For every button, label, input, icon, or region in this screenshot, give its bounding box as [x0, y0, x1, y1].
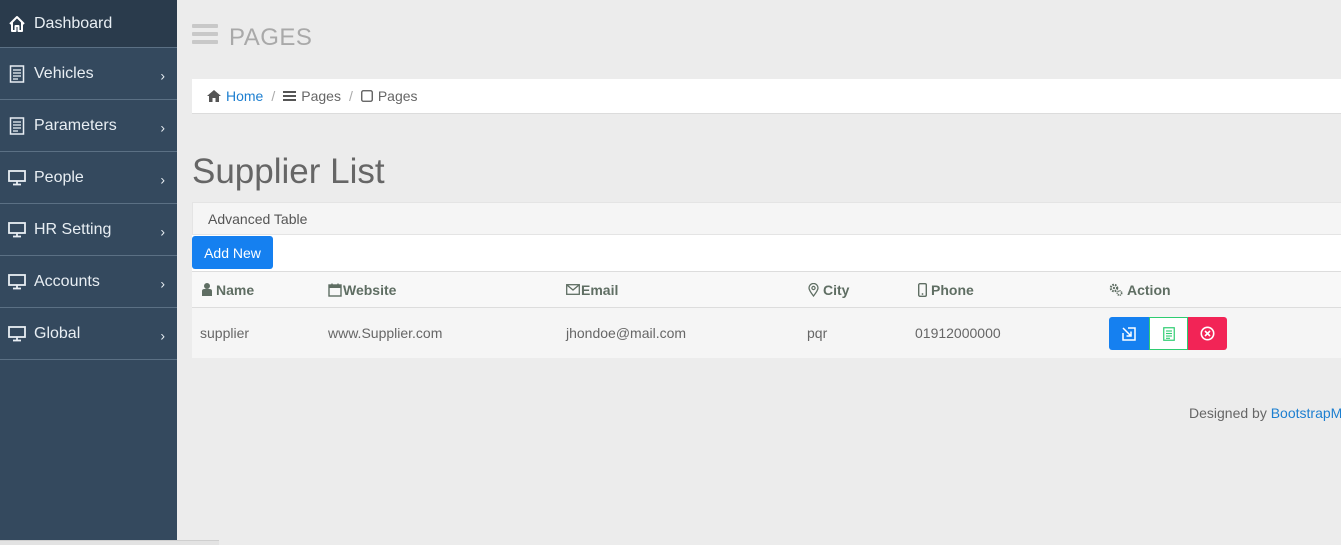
envelope-icon: [566, 284, 580, 295]
chevron-right-icon: ›: [160, 327, 165, 344]
panel-heading: Advanced Table: [192, 202, 1341, 235]
cell-website: www.Supplier.com: [328, 325, 443, 341]
monitor-icon: [7, 324, 27, 344]
monitor-icon: [7, 272, 27, 292]
panel-toolbar: [192, 235, 1341, 271]
delete-button[interactable]: [1188, 317, 1227, 350]
monitor-icon: [7, 168, 27, 188]
footer-credit: Designed by BootstrapM: [1189, 405, 1341, 421]
sidebar-item-label: HR Setting: [34, 220, 112, 238]
sidebar-item-label: Vehicles: [34, 64, 94, 82]
document-icon: [1162, 326, 1175, 341]
add-new-button[interactable]: Add New: [192, 236, 273, 269]
close-circle-icon: [1200, 326, 1215, 341]
footer-text: Designed by: [1189, 405, 1271, 421]
breadcrumb-item-current: Pages: [377, 88, 418, 104]
sidebar-item-accounts[interactable]: Accounts ›: [0, 256, 177, 308]
sidebar-item-label: Global: [34, 324, 81, 342]
home-icon: [207, 90, 221, 102]
column-header-label: Website: [343, 281, 397, 298]
breadcrumb-separator: /: [348, 88, 353, 104]
sidebar-item-hr-setting[interactable]: HR Setting ›: [0, 204, 177, 256]
calendar-icon: [328, 283, 342, 297]
column-header-phone[interactable]: Phone: [918, 272, 974, 307]
page-heading: PAGES: [229, 24, 313, 51]
chevron-right-icon: ›: [160, 119, 165, 136]
document-icon: [7, 64, 27, 84]
table-header: Name Website Email City Phone Action: [192, 271, 1341, 308]
edit-button[interactable]: [1109, 317, 1149, 350]
cell-phone: 01912000000: [915, 325, 1001, 341]
sidebar-item-label: People: [34, 168, 84, 186]
table-row: supplier www.Supplier.com jhondoe@mail.c…: [192, 308, 1341, 358]
chevron-right-icon: ›: [160, 275, 165, 292]
column-header-label: Name: [216, 281, 255, 298]
sidebar-item-vehicles[interactable]: Vehicles ›: [0, 48, 177, 100]
breadcrumb-separator: /: [271, 88, 276, 104]
sidebar-item-label: Parameters: [34, 116, 117, 134]
gears-icon: [1109, 283, 1123, 296]
column-header-label: City: [823, 281, 850, 298]
sidebar: Dashboard Vehicles › Parameters › People…: [0, 0, 177, 545]
column-header-website[interactable]: Website: [328, 272, 396, 307]
chevron-right-icon: ›: [160, 67, 165, 84]
chevron-right-icon: ›: [160, 171, 165, 188]
sidebar-item-label: Dashboard: [34, 14, 113, 32]
cell-city: pqr: [807, 325, 828, 341]
panel-title: Advanced Table: [208, 210, 308, 227]
page-title: Supplier List: [192, 152, 385, 191]
sidebar-item-parameters[interactable]: Parameters ›: [0, 100, 177, 152]
chevron-right-icon: ›: [160, 223, 165, 240]
map-pin-icon: [808, 282, 819, 297]
square-icon: [360, 90, 373, 102]
user-icon: [202, 283, 212, 296]
edit-icon: [1122, 326, 1136, 341]
footer-link[interactable]: BootstrapM: [1271, 405, 1341, 421]
sidebar-item-global[interactable]: Global ›: [0, 308, 177, 360]
cell-name: supplier: [200, 325, 250, 341]
column-header-label: Action: [1127, 281, 1171, 298]
horizontal-scrollbar[interactable]: [0, 540, 219, 545]
mobile-icon: [918, 282, 927, 297]
column-header-label: Phone: [931, 281, 974, 298]
menu-toggle-icon[interactable]: [192, 24, 218, 44]
list-icon: [283, 90, 297, 102]
breadcrumb-home-link[interactable]: Home: [226, 88, 263, 104]
document-icon: [7, 116, 27, 136]
view-button[interactable]: [1149, 317, 1188, 350]
breadcrumb-item[interactable]: Pages: [301, 88, 341, 104]
monitor-icon: [7, 220, 27, 240]
column-header-label: Email: [581, 281, 619, 298]
sidebar-item-label: Accounts: [34, 272, 100, 290]
sidebar-item-people[interactable]: People ›: [0, 152, 177, 204]
column-header-name[interactable]: Name: [202, 272, 254, 307]
home-icon: [7, 14, 27, 34]
breadcrumb: Home / Pages / Pages: [192, 79, 1341, 114]
column-header-email[interactable]: Email: [566, 272, 618, 307]
column-header-city[interactable]: City: [808, 272, 849, 307]
sidebar-item-dashboard[interactable]: Dashboard: [0, 0, 177, 48]
column-header-action: Action: [1109, 272, 1171, 307]
cell-email: jhondoe@mail.com: [566, 325, 687, 341]
